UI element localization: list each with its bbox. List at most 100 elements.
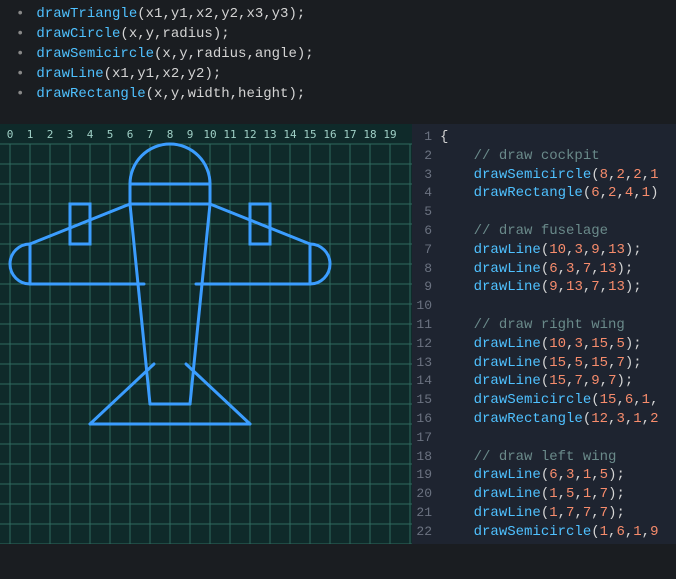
code-line[interactable]: 5: [412, 203, 676, 222]
code-line[interactable]: 7 drawLine(10,3,9,13);: [412, 241, 676, 260]
api-fn-name: drawTriangle: [36, 6, 137, 22]
ruler-label: 7: [147, 128, 154, 141]
api-fn-name: drawSemicircle: [36, 46, 154, 62]
code-line[interactable]: 14 drawLine(15,7,9,7);: [412, 372, 676, 391]
code-line[interactable]: 17: [412, 429, 676, 448]
line-content: drawSemicircle(1,6,1,9: [440, 523, 658, 542]
line-number: 18: [412, 448, 440, 467]
line-number: 19: [412, 466, 440, 485]
line-number: 10: [412, 297, 440, 316]
line-number: 22: [412, 523, 440, 542]
ruler-label: 0: [7, 128, 14, 141]
code-line[interactable]: 1{: [412, 128, 676, 147]
ruler-label: 9: [187, 128, 194, 141]
code-line[interactable]: 21 drawLine(1,7,7,7);: [412, 504, 676, 523]
code-line[interactable]: 9 drawLine(9,13,7,13);: [412, 278, 676, 297]
line-number: 9: [412, 278, 440, 297]
line-number: 16: [412, 410, 440, 429]
line-number: 6: [412, 222, 440, 241]
ruler-label: 10: [203, 128, 216, 141]
ruler-label: 14: [283, 128, 297, 141]
line-content: drawLine(6,3,1,5);: [440, 466, 625, 485]
code-line[interactable]: 13 drawLine(15,5,15,7);: [412, 354, 676, 373]
line-content: drawRectangle(6,2,4,1): [440, 184, 658, 203]
line-number: 20: [412, 485, 440, 504]
line-content: drawLine(10,3,9,13);: [440, 241, 642, 260]
ruler-label: 11: [223, 128, 236, 141]
code-line[interactable]: 4 drawRectangle(6,2,4,1): [412, 184, 676, 203]
api-item: drawCircle(x,y,radius);: [10, 24, 666, 44]
line-content: drawLine(1,7,7,7);: [440, 504, 625, 523]
line-content: drawSemicircle(15,6,1,: [440, 391, 658, 410]
ruler-label: 17: [343, 128, 356, 141]
code-line[interactable]: 18 // draw left wing: [412, 448, 676, 467]
line-number: 21: [412, 504, 440, 523]
line-content: drawLine(6,3,7,13);: [440, 260, 633, 279]
api-item: drawLine(x1,y1,x2,y2);: [10, 64, 666, 84]
api-fn-name: drawCircle: [36, 26, 120, 42]
code-line[interactable]: 22 drawSemicircle(1,6,1,9: [412, 523, 676, 542]
line-content: // draw cockpit: [440, 147, 600, 166]
line-number: 2: [412, 147, 440, 166]
line-content: drawSemicircle(8,2,2,1: [440, 166, 658, 185]
line-content: {: [440, 128, 448, 147]
line-content: // draw fuselage: [440, 222, 608, 241]
api-item: drawTriangle(x1,y1,x2,y2,x3,y3);: [10, 4, 666, 24]
line-content: drawLine(15,5,15,7);: [440, 354, 642, 373]
code-line[interactable]: 3 drawSemicircle(8,2,2,1: [412, 166, 676, 185]
line-content: drawLine(9,13,7,13);: [440, 278, 642, 297]
line-number: 1: [412, 128, 440, 147]
line-number: 7: [412, 241, 440, 260]
api-item: drawRectangle(x,y,width,height);: [10, 84, 666, 104]
api-fn-signature: (x1,y1,x2,y2,x3,y3);: [137, 6, 305, 22]
code-editor[interactable]: 1{2 // draw cockpit3 drawSemicircle(8,2,…: [412, 124, 676, 544]
line-number: 12: [412, 335, 440, 354]
api-fn-signature: (x,y,radius,angle);: [154, 46, 314, 62]
line-number: 4: [412, 184, 440, 203]
code-line[interactable]: 6 // draw fuselage: [412, 222, 676, 241]
ruler-label: 2: [47, 128, 54, 141]
api-fn-signature: (x,y,radius);: [120, 26, 229, 42]
ruler-label: 15: [303, 128, 316, 141]
code-line[interactable]: 15 drawSemicircle(15,6,1,: [412, 391, 676, 410]
code-line[interactable]: 16 drawRectangle(12,3,1,2: [412, 410, 676, 429]
line-number: 8: [412, 260, 440, 279]
code-line[interactable]: 2 // draw cockpit: [412, 147, 676, 166]
api-fn-name: drawRectangle: [36, 86, 145, 102]
code-line[interactable]: 8 drawLine(6,3,7,13);: [412, 260, 676, 279]
api-fn-name: drawLine: [36, 66, 103, 82]
ruler-label: 8: [167, 128, 174, 141]
line-number: 15: [412, 391, 440, 410]
line-number: 17: [412, 429, 440, 448]
ruler-label: 16: [323, 128, 336, 141]
ruler-label: 18: [363, 128, 376, 141]
ruler-label: 13: [263, 128, 276, 141]
line-content: drawLine(10,3,15,5);: [440, 335, 642, 354]
code-line[interactable]: 20 drawLine(1,5,1,7);: [412, 485, 676, 504]
line-number: 3: [412, 166, 440, 185]
ruler-label: 4: [87, 128, 94, 141]
line-number: 5: [412, 203, 440, 222]
code-line[interactable]: 19 drawLine(6,3,1,5);: [412, 466, 676, 485]
ruler-label: 3: [67, 128, 74, 141]
line-content: drawLine(15,7,9,7);: [440, 372, 633, 391]
line-number: 14: [412, 372, 440, 391]
ruler-label: 12: [243, 128, 256, 141]
line-number: 11: [412, 316, 440, 335]
line-content: // draw left wing: [440, 448, 616, 467]
api-item: drawSemicircle(x,y,radius,angle);: [10, 44, 666, 64]
line-content: // draw right wing: [440, 316, 625, 335]
ruler-label: 6: [127, 128, 134, 141]
ruler-label: 19: [383, 128, 396, 141]
workspace: 012345678910111213141516171819 1{2 // dr…: [0, 124, 676, 544]
line-number: 13: [412, 354, 440, 373]
line-content: drawLine(1,5,1,7);: [440, 485, 625, 504]
code-line[interactable]: 10: [412, 297, 676, 316]
api-reference-list: drawTriangle(x1,y1,x2,y2,x3,y3);drawCirc…: [0, 0, 676, 124]
code-line[interactable]: 11 // draw right wing: [412, 316, 676, 335]
ruler-label: 5: [107, 128, 114, 141]
drawing-canvas: 012345678910111213141516171819: [0, 124, 412, 544]
line-content: drawRectangle(12,3,1,2: [440, 410, 658, 429]
ruler-label: 1: [27, 128, 34, 141]
code-line[interactable]: 12 drawLine(10,3,15,5);: [412, 335, 676, 354]
